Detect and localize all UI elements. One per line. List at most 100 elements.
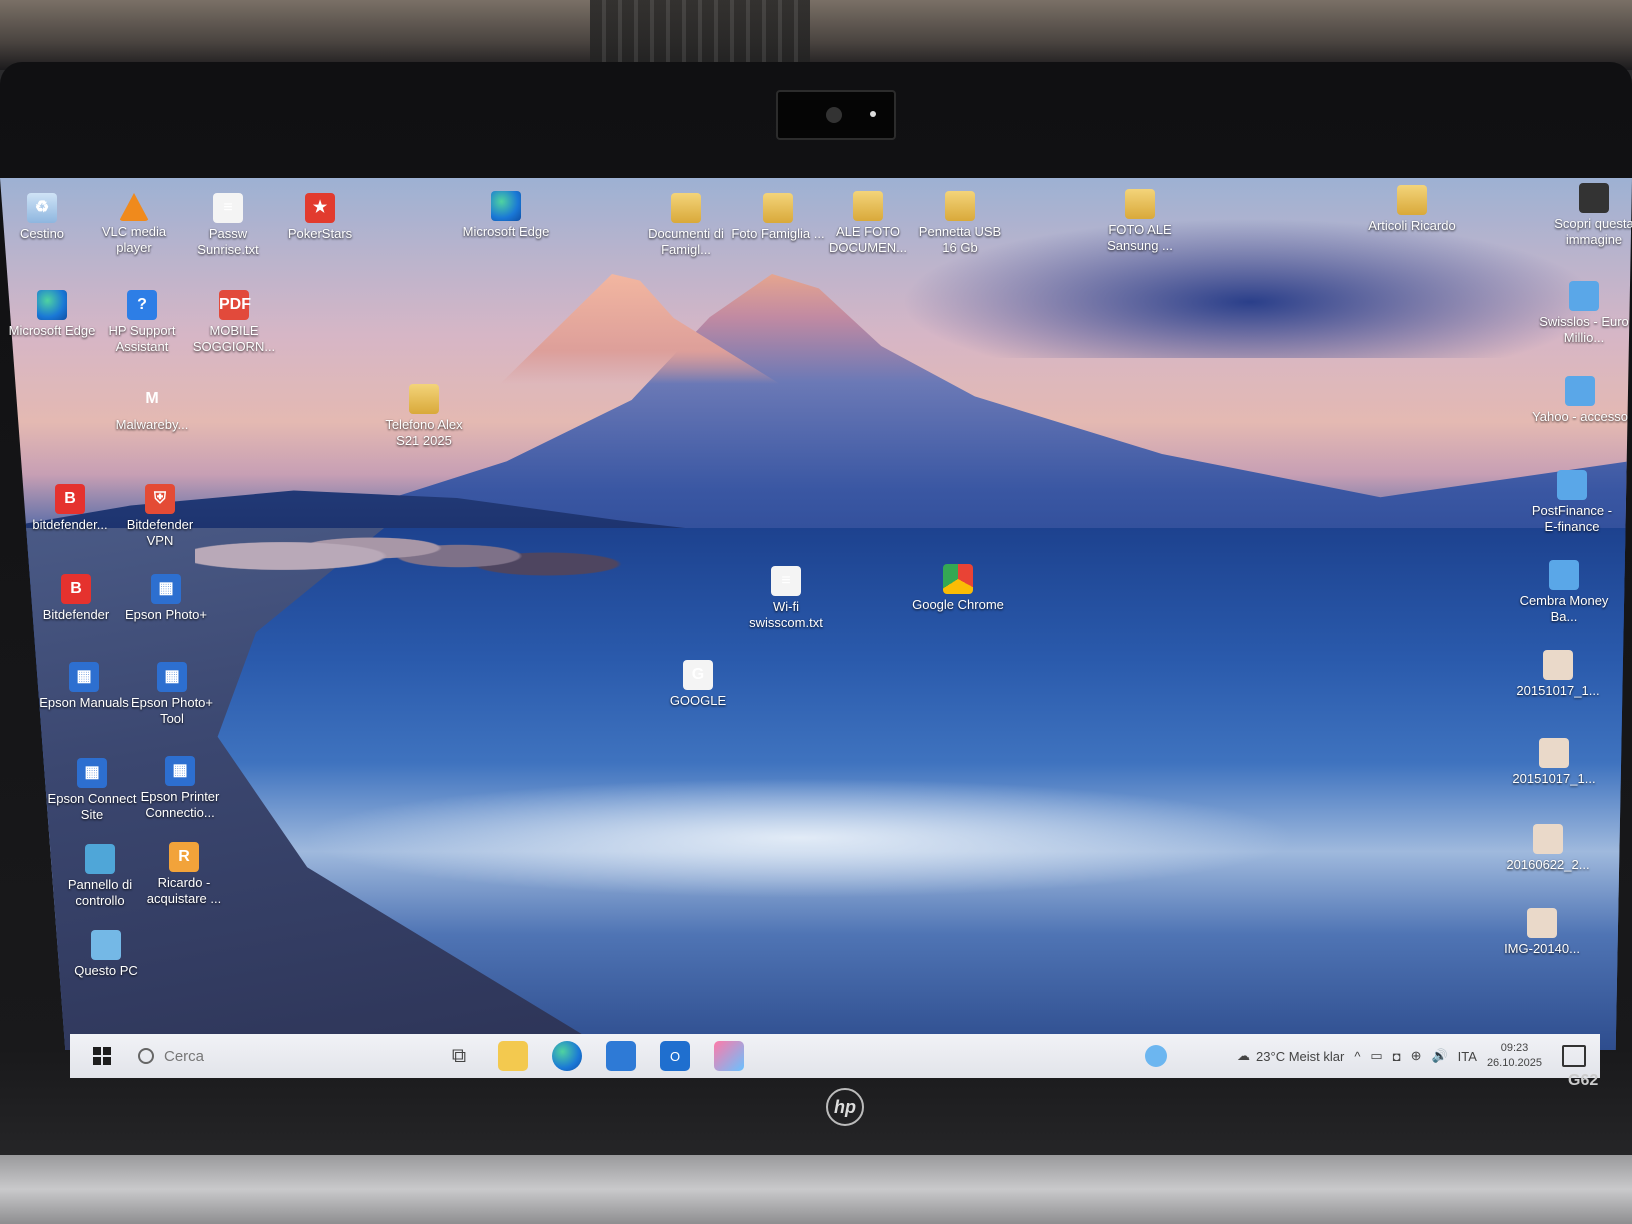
desktop-icon-photo-1[interactable]: 20151017_1...: [1510, 650, 1606, 699]
desktop-icon-photo-2[interactable]: 20151017_1...: [1506, 738, 1602, 787]
desktop-icon-epson-manuals[interactable]: ▦ Epson Manuals: [36, 662, 132, 711]
desktop-icon-hp-support[interactable]: ? HP Support Assistant: [94, 290, 190, 355]
malwarebytes-icon: M: [145, 390, 159, 407]
folder-icon: [671, 193, 701, 223]
start-button[interactable]: [82, 1036, 122, 1076]
desktop-icon-google[interactable]: G GOOGLE: [650, 660, 746, 709]
search-placeholder: Cerca: [164, 1047, 205, 1065]
epson-icon: ▦: [157, 662, 187, 692]
desktop-icon-photo-4[interactable]: IMG-20140...: [1494, 908, 1590, 957]
shortcut-icon: [1565, 376, 1595, 406]
desktop-icon-ricardo[interactable]: R Ricardo - acquistare ...: [136, 842, 232, 907]
control-panel-icon: [85, 844, 115, 874]
bitdefender-icon: B: [55, 484, 85, 514]
desktop-icon-swisslos[interactable]: Swisslos - Euro Millio...: [1536, 281, 1632, 346]
desktop-icon-epson-photo-tool[interactable]: ▦ Epson Photo+ Tool: [124, 662, 220, 727]
photos-icon[interactable]: [714, 1041, 744, 1071]
weather-app-icon[interactable]: [1145, 1045, 1168, 1067]
desktop-icon-epson-connect[interactable]: ▦ Epson Connect Site: [44, 758, 140, 823]
desktop-icon-articoli[interactable]: Articoli Ricardo: [1364, 185, 1460, 234]
epson-icon: ▦: [165, 756, 195, 786]
webcam: [776, 90, 896, 140]
chrome-icon: [943, 564, 973, 594]
outlook-icon[interactable]: O: [660, 1041, 690, 1071]
edge-taskbar-icon[interactable]: [552, 1041, 582, 1071]
desktop-icon-cestino[interactable]: ♻ Cestino: [0, 193, 90, 242]
desktop-icon-epson-printer[interactable]: ▦ Epson Printer Connectio...: [132, 756, 228, 821]
web-shortcut-icon: G: [683, 660, 713, 690]
desktop-icon-edge-top[interactable]: Microsoft Edge: [458, 191, 554, 240]
photo-icon: [1527, 908, 1557, 938]
folder-icon: [409, 384, 439, 414]
pokerstars-icon: ★: [305, 193, 335, 223]
desktop-icon-telefono-alex[interactable]: Telefono Alex S21 2025: [376, 384, 472, 449]
vlc-icon: [119, 193, 149, 221]
desktop-icon-passw[interactable]: ≡ Passw Sunrise.txt: [180, 193, 276, 258]
background-keyboard: [590, 0, 810, 65]
folder-icon: [1125, 189, 1155, 219]
language-indicator[interactable]: ITA: [1458, 1049, 1477, 1064]
background-surface: [0, 0, 1632, 70]
taskbar-search[interactable]: Cerca: [132, 1041, 432, 1071]
text-file-icon: ≡: [213, 193, 243, 223]
desktop-icon-pokerstars[interactable]: ★ PokerStars: [272, 193, 368, 242]
ricardo-icon: R: [169, 842, 199, 872]
desktop-icon-malwarebytes[interactable]: M Malwareby...: [104, 384, 200, 433]
system-tray: ☁ 23°C Meist klar ^ ▭ ◘ ⊕ 🔊 ITA 09:23 26…: [1145, 1041, 1600, 1071]
shortcut-icon: [1557, 470, 1587, 500]
desktop-icon-bitdefender-link[interactable]: B bitdefender...: [22, 484, 118, 533]
photo-icon: [1533, 824, 1563, 854]
folder-icon: [763, 193, 793, 223]
model-label: G62: [1568, 1072, 1599, 1089]
computer-icon: [91, 930, 121, 960]
desktop-icon-epson-photo[interactable]: ▦ Epson Photo+: [118, 574, 214, 623]
help-icon: ?: [127, 290, 157, 320]
folder-icon: [853, 191, 883, 221]
desktop-icon-mobile-soggiorno[interactable]: PDF MOBILE SOGGIORN...: [186, 290, 282, 355]
bitdefender-vpn-icon: ⛨: [145, 484, 175, 514]
desktop-icon-bitdefender-vpn[interactable]: ⛨ Bitdefender VPN: [112, 484, 208, 549]
volume-icon[interactable]: 🔊: [1431, 1048, 1447, 1064]
store-icon[interactable]: [606, 1041, 636, 1071]
desktop-icon-bitdefender[interactable]: B Bitdefender: [28, 574, 124, 623]
desktop-icon-foto-ale[interactable]: FOTO ALE Sansung ...: [1092, 189, 1188, 254]
desktop-icon-yahoo[interactable]: Yahoo - accesso: [1532, 376, 1628, 425]
desktop-icon-vlc[interactable]: VLC media player: [86, 193, 182, 256]
desktop-icon-documenti[interactable]: Documenti di Famigl...: [638, 193, 734, 258]
weather-widget[interactable]: ☁ 23°C Meist klar: [1237, 1048, 1344, 1064]
desktop-icon-edge[interactable]: Microsoft Edge: [4, 290, 100, 339]
battery-icon[interactable]: ▭: [1370, 1048, 1382, 1064]
desktop-icon-pennetta[interactable]: Pennetta USB 16 Gb: [912, 191, 1008, 256]
file-explorer-icon[interactable]: [498, 1041, 528, 1071]
taskbar: Cerca ⧉ O ☁ 23°C Meist klar ^ ▭ ◘ ⊕ 🔊 IT…: [70, 1034, 1600, 1078]
edge-icon: [37, 290, 67, 320]
weather-icon: ☁: [1237, 1048, 1251, 1063]
desktop-icon-pannello[interactable]: Pannello di controllo: [52, 844, 148, 909]
desktop-icon-postfinance[interactable]: PostFinance - E-finance: [1524, 470, 1620, 535]
edge-icon: [491, 191, 521, 221]
folder-icon: [1397, 185, 1427, 215]
bitdefender-icon: B: [61, 574, 91, 604]
camera-icon: [1579, 183, 1609, 213]
desktop-icon-scopri[interactable]: Scopri questa immagine: [1546, 183, 1632, 248]
camera-tray-icon[interactable]: ◘: [1393, 1049, 1401, 1064]
desktop-icon-questo-pc[interactable]: Questo PC: [58, 930, 154, 979]
desktop-icon-photo-3[interactable]: 20160622_2...: [1500, 824, 1596, 873]
chevron-up-icon[interactable]: ^: [1354, 1049, 1360, 1064]
task-view-icon[interactable]: ⧉: [444, 1041, 474, 1071]
clock[interactable]: 09:23 26.10.2025: [1487, 1041, 1542, 1071]
recycle-bin-icon: ♻: [27, 193, 57, 223]
desktop-icon-foto-famiglia[interactable]: Foto Famiglia ...: [730, 193, 826, 242]
desktop-icon-cembra[interactable]: Cembra Money Ba...: [1516, 560, 1612, 625]
shortcut-icon: [1549, 560, 1579, 590]
photo-icon: [1539, 738, 1569, 768]
desktop-icon-ale-foto[interactable]: ALE FOTO DOCUMEN...: [820, 191, 916, 256]
desktop-icon-chrome[interactable]: Google Chrome: [910, 564, 1006, 613]
epson-icon: ▦: [151, 574, 181, 604]
hp-logo: hp: [826, 1088, 864, 1126]
photo-icon: [1543, 650, 1573, 680]
notification-icon[interactable]: [1562, 1045, 1586, 1067]
wallpaper-waves: [300, 778, 1300, 898]
network-icon[interactable]: ⊕: [1411, 1048, 1422, 1064]
desktop-icon-wifi-txt[interactable]: ≡ Wi-fi swisscom.txt: [738, 566, 834, 631]
